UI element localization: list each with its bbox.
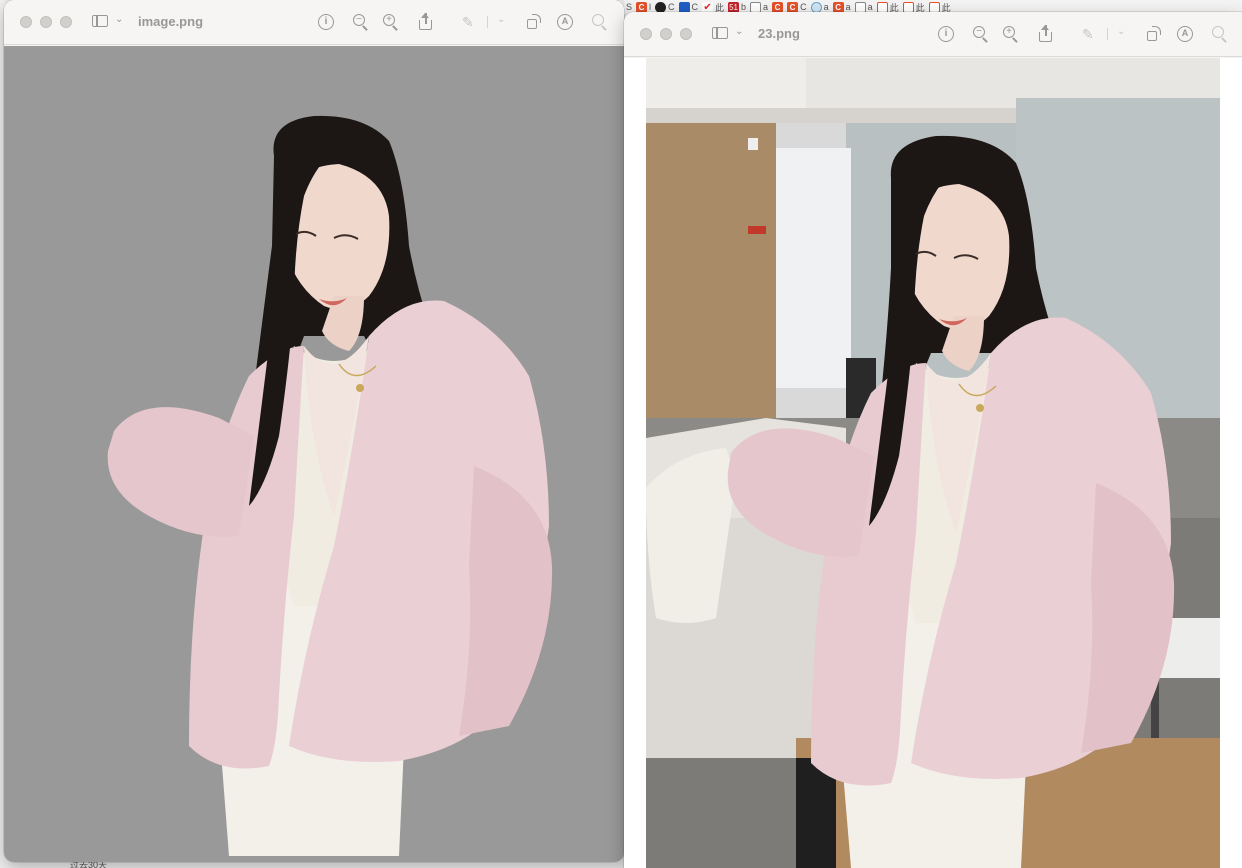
bookmark-label: a — [823, 2, 829, 12]
window-title: 23.png — [758, 26, 800, 41]
room-photo — [646, 58, 1220, 868]
info-icon[interactable]: i — [318, 14, 334, 30]
markup-pen-icon[interactable]: ✎ — [1082, 26, 1094, 43]
csdn-icon: C — [636, 1, 648, 13]
minimize-window-button[interactable] — [40, 16, 52, 28]
cutout-photo — [107, 115, 553, 856]
bookmark-label: C — [668, 2, 675, 12]
toolbar-divider — [487, 16, 488, 28]
github-icon — [655, 1, 667, 13]
zoom-out-icon[interactable]: − — [973, 26, 989, 43]
zoom-out-icon[interactable]: − — [353, 14, 369, 31]
swirl-icon — [854, 1, 866, 13]
chevron-down-icon[interactable]: ⌄ — [735, 26, 743, 37]
zoom-in-icon[interactable]: + — [383, 14, 399, 31]
csdn-icon: C — [832, 1, 844, 13]
check-icon: ✔ — [702, 1, 714, 13]
zoom-window-button[interactable] — [680, 28, 692, 40]
toolbar-divider — [1107, 28, 1108, 40]
bookmark-label: S — [626, 2, 633, 12]
search-icon[interactable] — [592, 14, 608, 31]
traffic-lights — [4, 16, 72, 28]
bookmark-label: b — [741, 2, 747, 12]
window-titlebar[interactable]: ⌄ 23.png i − + ✎ ⌄ A — [624, 12, 1242, 57]
window-titlebar[interactable]: ⌄ image.png i − + ✎ ⌄ A — [4, 0, 624, 45]
chevron-down-icon[interactable]: ⌄ — [1117, 26, 1125, 37]
csdn-icon: C — [772, 1, 784, 13]
num51-icon: 51 — [728, 1, 740, 13]
rotate-icon[interactable] — [526, 14, 542, 30]
bracket-icon — [902, 1, 914, 13]
traffic-lights — [624, 28, 692, 40]
bookmark-label: a — [867, 2, 873, 12]
sidebar-toggle-icon[interactable] — [92, 15, 108, 27]
doc-icon — [750, 1, 762, 13]
bookmark-label: a — [763, 2, 769, 12]
bracket-icon — [876, 1, 888, 13]
zoom-window-button[interactable] — [60, 16, 72, 28]
rotate-icon[interactable] — [1146, 26, 1162, 42]
window-title: image.png — [138, 14, 204, 29]
image-canvas[interactable] — [624, 58, 1242, 868]
info-icon[interactable]: i — [938, 26, 954, 42]
minimize-window-button[interactable] — [660, 28, 672, 40]
sidebar-toggle-icon[interactable] — [712, 27, 728, 39]
csdn-icon: C — [787, 1, 799, 13]
bracket-icon — [928, 1, 940, 13]
blue-icon — [678, 1, 690, 13]
share-icon[interactable] — [418, 13, 434, 31]
search-icon[interactable] — [1212, 26, 1228, 43]
close-window-button[interactable] — [640, 28, 652, 40]
image-canvas[interactable] — [4, 46, 624, 862]
globe-icon — [810, 1, 822, 13]
chevron-down-icon[interactable]: ⌄ — [497, 14, 505, 25]
chevron-down-icon[interactable]: ⌄ — [115, 14, 123, 25]
bookmark-label: C — [800, 2, 807, 12]
bookmark-label: a — [845, 2, 851, 12]
bookmark-label: l — [649, 2, 652, 12]
preview-window-right[interactable]: ⌄ 23.png i − + ✎ ⌄ A — [624, 12, 1242, 868]
close-window-button[interactable] — [20, 16, 32, 28]
markup-toolbar-icon[interactable]: A — [1177, 26, 1193, 42]
bookmark-label: C — [691, 2, 699, 12]
markup-pen-icon[interactable]: ✎ — [462, 14, 474, 31]
zoom-in-icon[interactable]: + — [1003, 26, 1019, 43]
share-icon[interactable] — [1038, 25, 1054, 43]
markup-toolbar-icon[interactable]: A — [557, 14, 573, 30]
preview-window-left[interactable]: ⌄ image.png i − + ✎ ⌄ A — [4, 0, 624, 862]
